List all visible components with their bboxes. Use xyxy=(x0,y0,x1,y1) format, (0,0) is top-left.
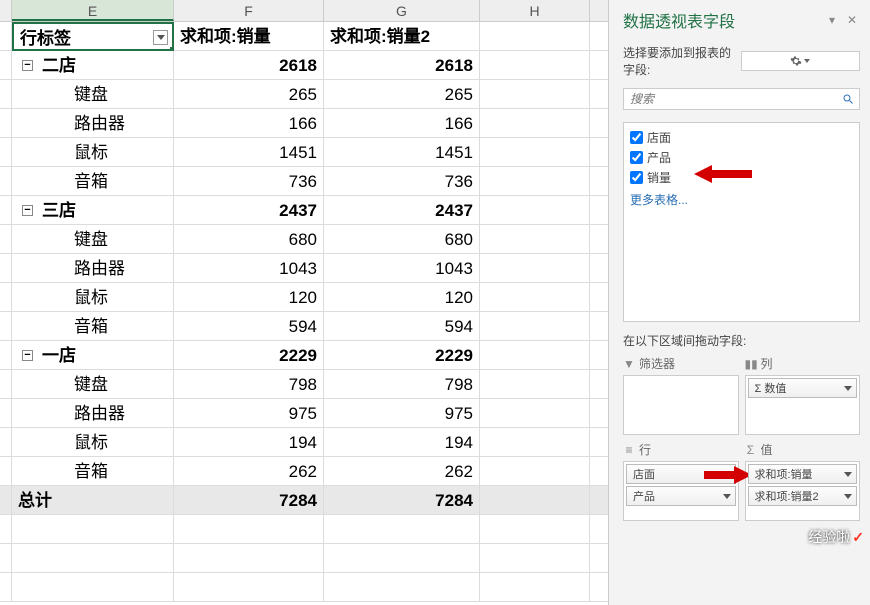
search-icon xyxy=(837,89,859,109)
pane-subtitle: 选择要添加到报表的字段: xyxy=(623,44,741,78)
item-label[interactable]: 路由器 xyxy=(12,399,174,427)
settings-button[interactable] xyxy=(741,51,861,71)
rows-icon: ≡ xyxy=(623,443,635,457)
gear-icon xyxy=(790,55,802,67)
field-pill[interactable]: 求和项:销量 xyxy=(748,464,858,484)
field-pill[interactable]: 产品 xyxy=(626,486,736,506)
item-label[interactable]: 鼠标 xyxy=(12,138,174,166)
field-checkbox[interactable] xyxy=(630,151,643,164)
filter-area[interactable]: ▼筛选器 xyxy=(623,355,739,435)
values-area[interactable]: Σ值 求和项:销量求和项:销量2 xyxy=(745,441,861,521)
columns-area[interactable]: ▮▮列 Σ 数值 xyxy=(745,355,861,435)
sum1-header[interactable]: 求和项:销量 xyxy=(174,22,324,50)
chevron-down-icon xyxy=(804,59,810,63)
col-header-e[interactable]: E xyxy=(12,0,174,21)
more-tables-link[interactable]: 更多表格... xyxy=(630,191,853,208)
row-labels-header[interactable]: 行标签 xyxy=(12,22,174,51)
sum2-header[interactable]: 求和项:销量2 xyxy=(324,22,480,50)
item-label[interactable]: 路由器 xyxy=(12,254,174,282)
item-label[interactable]: 音箱 xyxy=(12,457,174,485)
search-input[interactable] xyxy=(624,89,837,109)
close-icon[interactable]: ✕ xyxy=(844,13,860,27)
collapse-icon[interactable]: − xyxy=(22,60,33,71)
item-label[interactable]: 鼠标 xyxy=(12,428,174,456)
column-headers: E F G H xyxy=(0,0,608,22)
columns-icon: ▮▮ xyxy=(745,357,757,371)
item-label[interactable]: 路由器 xyxy=(12,109,174,137)
collapse-icon[interactable]: − xyxy=(22,350,33,361)
item-label[interactable]: 键盘 xyxy=(12,370,174,398)
annotation-arrow xyxy=(704,464,752,489)
filter-icon: ▼ xyxy=(623,357,635,371)
pane-title: 数据透视表字段 xyxy=(623,8,820,32)
collapse-icon[interactable]: − xyxy=(22,205,33,216)
field-checkbox-item[interactable]: 店面 xyxy=(630,127,853,147)
sigma-icon: Σ xyxy=(745,443,757,457)
search-box[interactable] xyxy=(623,88,860,110)
group-row[interactable]: 三店− xyxy=(12,196,174,224)
col-header-f[interactable]: F xyxy=(174,0,324,21)
group-row[interactable]: 一店− xyxy=(12,341,174,369)
field-list[interactable]: 店面产品销量更多表格... xyxy=(623,122,860,322)
group-row[interactable]: 二店− xyxy=(12,51,174,79)
field-checkbox[interactable] xyxy=(630,171,643,184)
grand-total-label[interactable]: 总计 xyxy=(12,486,174,514)
dropdown-icon[interactable]: ▾ xyxy=(824,13,840,27)
item-label[interactable]: 鼠标 xyxy=(12,283,174,311)
item-label[interactable]: 音箱 xyxy=(12,312,174,340)
spreadsheet: E F G H 行标签求和项:销量求和项:销量2二店−26182618键盘265… xyxy=(0,0,608,605)
annotation-arrow xyxy=(694,163,754,188)
col-header-g[interactable]: G xyxy=(324,0,480,21)
item-label[interactable]: 键盘 xyxy=(12,225,174,253)
col-header-h[interactable]: H xyxy=(480,0,590,21)
pivot-fields-pane: 数据透视表字段 ▾ ✕ 选择要添加到报表的字段: 店面产品销量更多表格... 在… xyxy=(608,0,870,605)
filter-dropdown-icon[interactable] xyxy=(153,30,168,45)
drag-instruction: 在以下区域间拖动字段: xyxy=(623,332,860,349)
item-label[interactable]: 键盘 xyxy=(12,80,174,108)
field-pill[interactable]: 求和项:销量2 xyxy=(748,486,858,506)
field-checkbox[interactable] xyxy=(630,131,643,144)
watermark: 经验啦✓ xyxy=(808,527,864,547)
item-label[interactable]: 音箱 xyxy=(12,167,174,195)
field-pill[interactable]: Σ 数值 xyxy=(748,378,858,398)
